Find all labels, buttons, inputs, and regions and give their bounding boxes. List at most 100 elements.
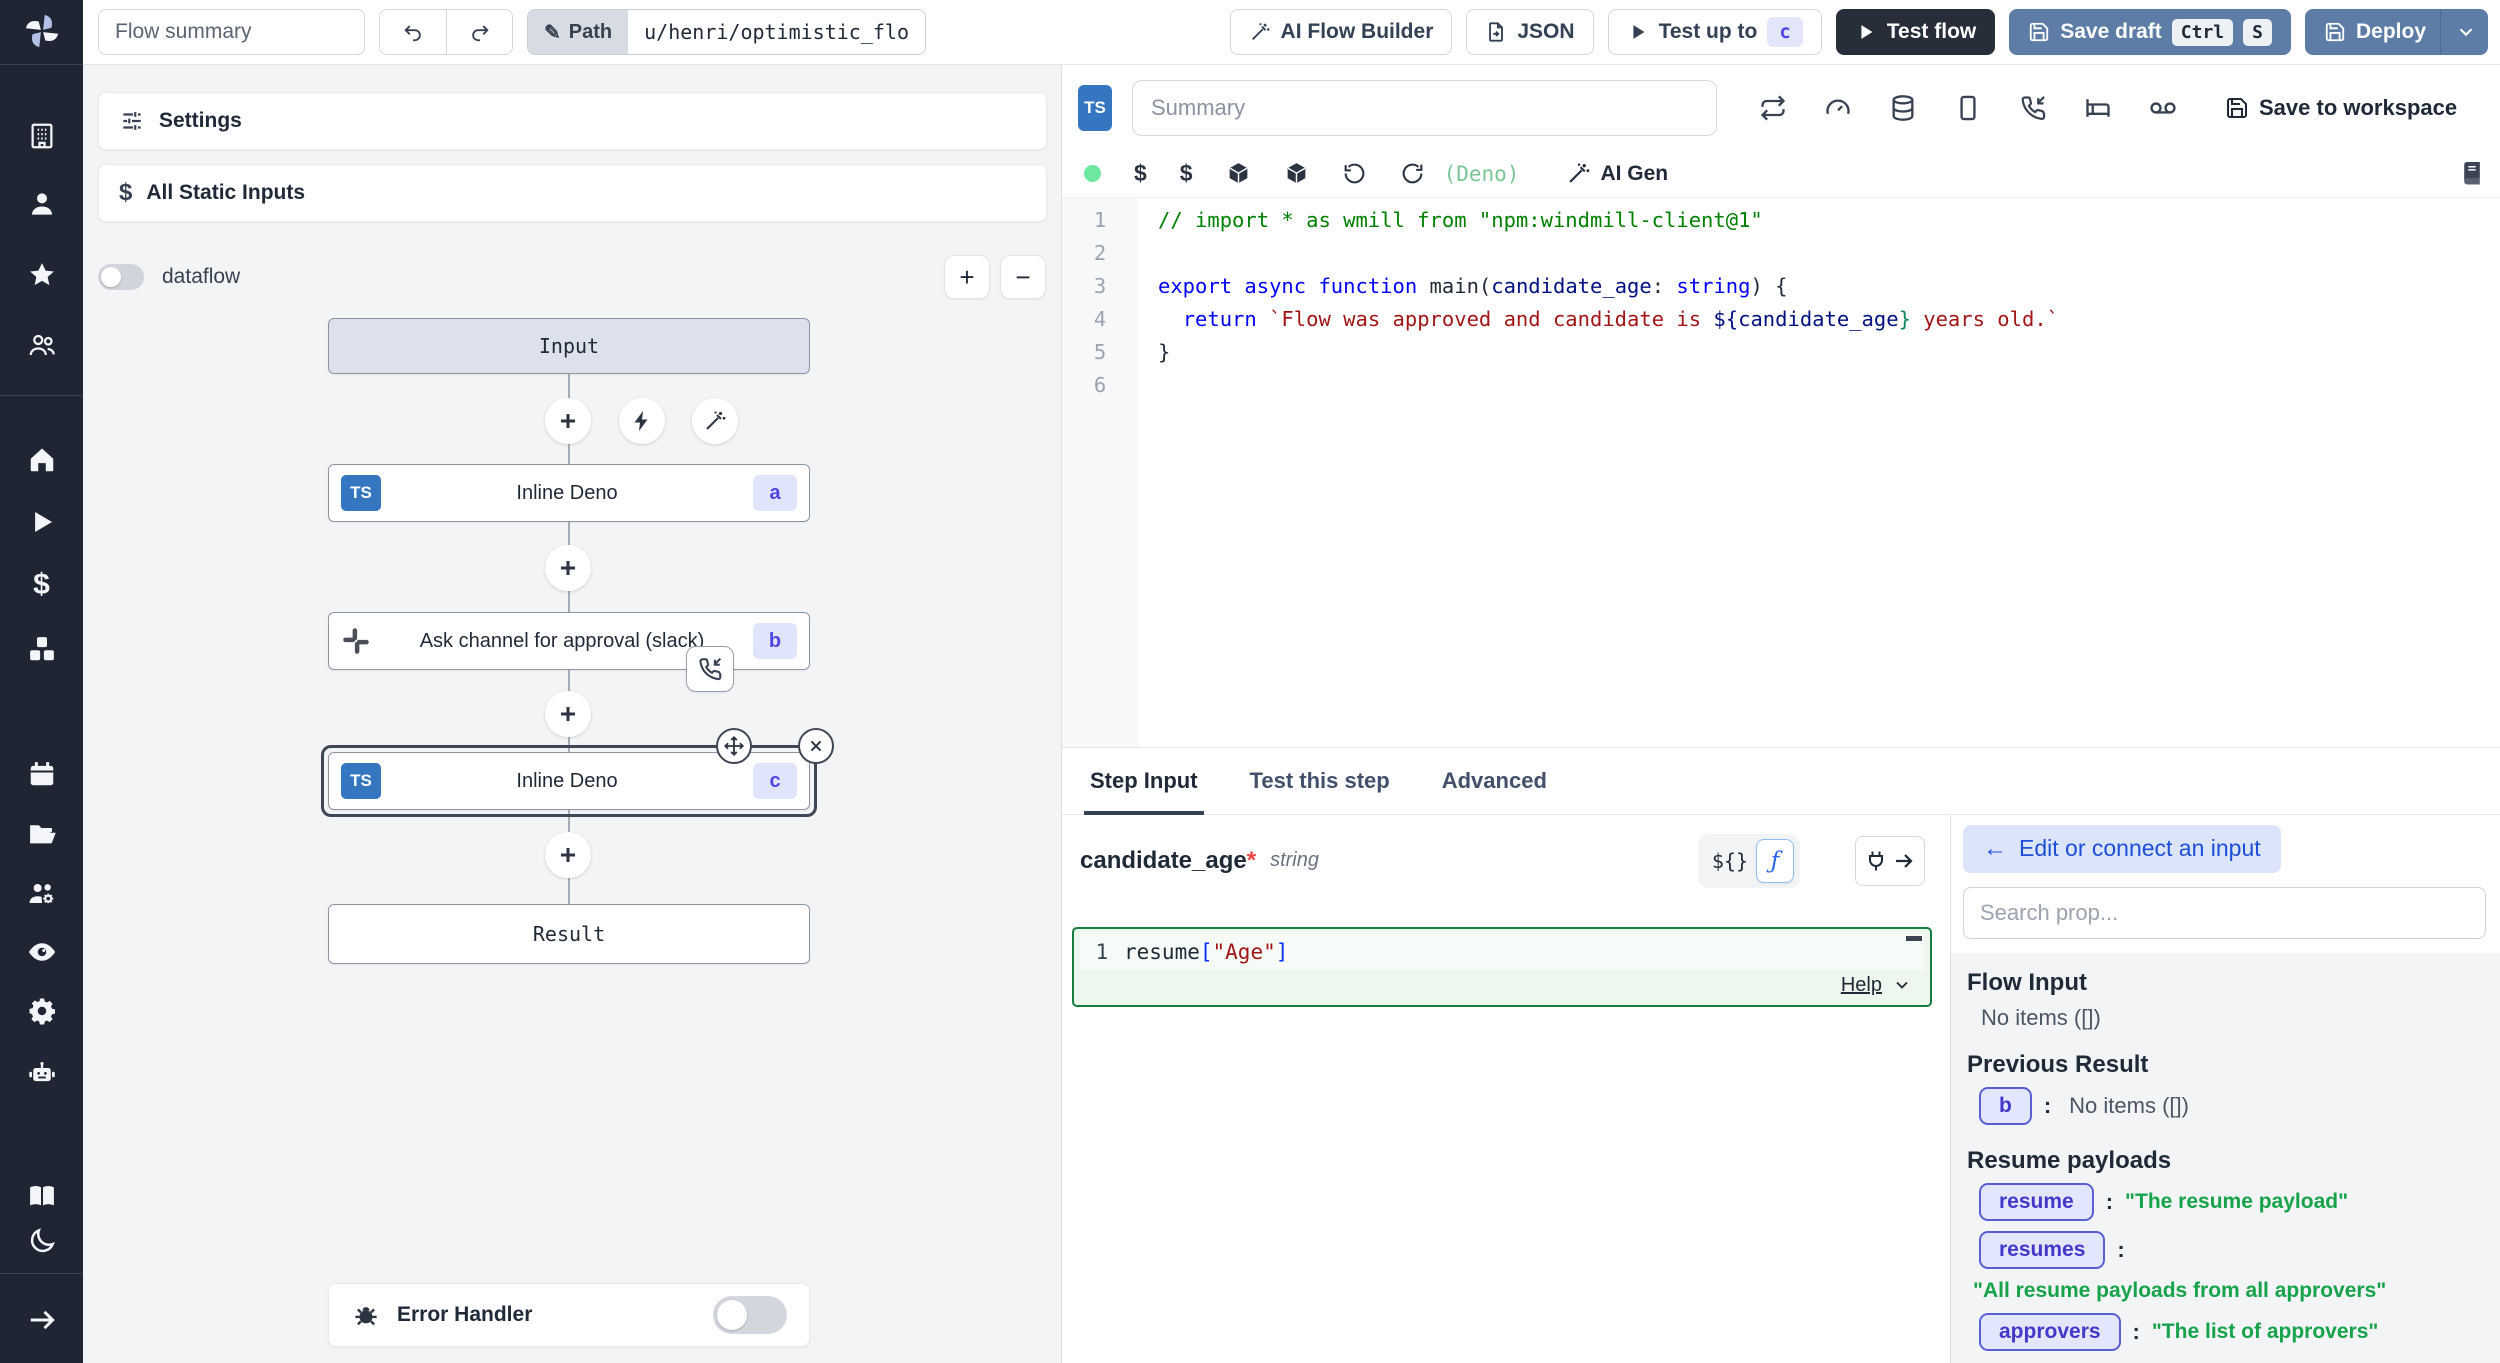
suspend-phone-incoming-icon[interactable] (2019, 94, 2047, 122)
code-content[interactable]: // import * as wmill from "npm:windmill-… (1138, 198, 2500, 747)
template-expr-toggle[interactable]: ${} (1712, 849, 1748, 873)
error-handler-toggle[interactable] (713, 1296, 787, 1334)
mock-voicemail-icon[interactable] (2149, 94, 2177, 122)
settings-gear-icon[interactable] (24, 993, 60, 1029)
retries-repeat-icon[interactable] (1759, 94, 1787, 122)
search-prop-input[interactable] (1963, 887, 2486, 939)
add-step-button[interactable] (545, 691, 591, 737)
dark-mode-moon-icon[interactable] (24, 1223, 60, 1259)
package-icon[interactable] (1284, 161, 1309, 186)
reset-undo-icon[interactable] (1342, 161, 1367, 186)
typescript-badge: TS (341, 763, 381, 799)
folders-icon[interactable] (24, 816, 60, 852)
resume-desc: "The resume payload" (2125, 1190, 2348, 1214)
bug-icon (351, 1300, 381, 1330)
add-step-button[interactable] (545, 545, 591, 591)
prop-pill-resume[interactable]: resume (1979, 1183, 2094, 1221)
zoom-in-button[interactable]: + (944, 255, 990, 299)
user-icon[interactable] (24, 186, 60, 222)
tab-step-input[interactable]: Step Input (1090, 748, 1198, 814)
expression-editor[interactable]: 1 resume["Age"] Help (1072, 927, 1932, 1007)
input-node[interactable]: Input (328, 318, 810, 374)
windmill-logo-icon[interactable] (19, 8, 65, 54)
phone-incoming-icon (697, 656, 723, 682)
help-link[interactable]: Help (1841, 974, 1912, 997)
save-icon (2225, 96, 2249, 120)
editor-header-icons (1759, 94, 2177, 122)
ai-wand-button[interactable] (692, 398, 738, 444)
chevron-down-icon[interactable] (2455, 21, 2477, 43)
undo-button[interactable] (380, 10, 446, 54)
collapse-arrow-right-icon[interactable] (24, 1302, 60, 1338)
docs-books-icon[interactable] (24, 1178, 60, 1214)
save-draft-button[interactable]: Save draft Ctrl S (2009, 9, 2291, 55)
flow-settings-row[interactable]: Settings (98, 92, 1047, 150)
tab-test-this-step[interactable]: Test this step (1250, 748, 1390, 814)
path-chip[interactable]: ✎Path u/henri/optimistic_flo (527, 9, 926, 55)
favorites-star-icon[interactable] (24, 257, 60, 293)
prop-pill-approvers[interactable]: approvers (1979, 1313, 2121, 1351)
function-mode-toggle[interactable]: ƒ (1756, 839, 1794, 883)
prop-pill-b[interactable]: b (1979, 1087, 2032, 1125)
delete-step-button[interactable] (798, 728, 834, 764)
field-row: candidate_age* string ${} ƒ (1080, 833, 1925, 889)
schedules-calendar-icon[interactable] (24, 756, 60, 792)
all-static-inputs-row[interactable]: $ All Static Inputs (98, 164, 1047, 222)
resources-cubes-icon[interactable] (24, 631, 60, 667)
test-up-to-button[interactable]: Test up to c (1608, 9, 1822, 55)
resources-dollar-icon[interactable]: $ (1180, 160, 1193, 187)
timeout-gauge-icon[interactable] (1824, 94, 1852, 122)
flow-summary-input[interactable] (98, 9, 365, 55)
step-id-badge-b: b (753, 623, 797, 659)
error-handler-row[interactable]: Error Handler (328, 1283, 810, 1347)
redo-button[interactable] (446, 10, 512, 54)
concurrency-square-icon[interactable] (1954, 94, 1982, 122)
save-to-workspace-button[interactable]: Save to workspace (2225, 95, 2457, 121)
step-summary-input[interactable] (1132, 80, 1717, 136)
dataflow-toggle[interactable] (98, 264, 144, 290)
reload-refresh-icon[interactable] (1400, 161, 1425, 186)
tab-advanced[interactable]: Advanced (1442, 748, 1547, 814)
workspace-building-icon[interactable] (24, 118, 60, 154)
deploy-button[interactable]: Deploy (2305, 9, 2488, 55)
connect-input-button[interactable] (1855, 836, 1925, 886)
test-up-to-step-badge: c (1767, 17, 1802, 47)
approval-phone-incoming-badge[interactable] (686, 646, 734, 692)
prop-pill-resumes[interactable]: resumes (1979, 1231, 2105, 1269)
step-input-section: candidate_age* string ${} ƒ 1 resume["Ag… (1062, 815, 2500, 1363)
trigger-bolt-button[interactable] (619, 398, 665, 444)
add-step-button[interactable] (545, 832, 591, 878)
edit-or-connect-button[interactable]: ← Edit or connect an input (1963, 825, 2281, 873)
runs-play-icon[interactable] (24, 504, 60, 540)
path-value[interactable]: u/henri/optimistic_flo (628, 10, 925, 54)
variables-dollar-icon[interactable]: $ (24, 567, 60, 603)
result-node[interactable]: Result (328, 904, 810, 964)
code-editor[interactable]: 123456 // import * as wmill from "npm:wi… (1062, 198, 2500, 747)
groups-admin-icon[interactable] (24, 875, 60, 911)
cache-database-icon[interactable] (1889, 94, 1917, 122)
dataflow-label: dataflow (162, 265, 240, 289)
library-book-icon[interactable] (2459, 161, 2484, 186)
home-icon[interactable] (24, 442, 60, 478)
add-step-button[interactable] (545, 398, 591, 444)
ai-robot-icon[interactable] (24, 1055, 60, 1091)
wand-icon (1566, 161, 1591, 186)
audit-eye-icon[interactable] (24, 934, 60, 970)
zoom-out-button[interactable]: − (1000, 255, 1046, 299)
ai-gen-button[interactable]: AI Gen (1566, 161, 1668, 186)
users-group-icon[interactable] (24, 327, 60, 363)
move-step-button[interactable] (716, 728, 752, 764)
step-node-b[interactable]: Ask channel for approval (slack) b (328, 612, 810, 670)
test-flow-button[interactable]: Test flow (1836, 9, 1995, 55)
json-button[interactable]: JSON (1466, 9, 1593, 55)
expression-code[interactable]: resume["Age"] (1124, 940, 1288, 964)
ai-flow-builder-button[interactable]: AI Flow Builder (1230, 9, 1453, 55)
variables-dollar-icon[interactable]: $ (1134, 160, 1147, 187)
package-icon[interactable] (1226, 161, 1251, 186)
plug-icon (1864, 849, 1888, 873)
sidebar-divider (0, 64, 83, 65)
kbd-ctrl: Ctrl (2172, 19, 2233, 46)
step-node-a[interactable]: TS Inline Deno a (328, 464, 810, 522)
expression-line[interactable]: 1 resume["Age"] (1080, 934, 1924, 970)
sleep-bed-icon[interactable] (2084, 94, 2112, 122)
